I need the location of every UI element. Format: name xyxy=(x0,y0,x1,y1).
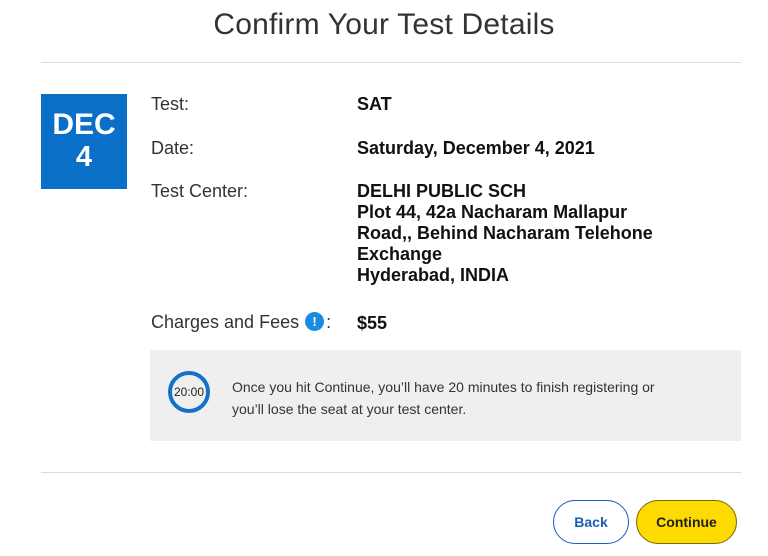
fees-value: $55 xyxy=(357,313,388,333)
back-button[interactable]: Back xyxy=(553,500,629,544)
notice-line: Once you hit Continue, you’ll have 20 mi… xyxy=(232,379,655,395)
address-line: DELHI PUBLIC SCH xyxy=(357,181,527,201)
test-center-address: DELHI PUBLIC SCH Plot 44, 42a Nacharam M… xyxy=(357,181,653,286)
test-value: SAT xyxy=(357,94,392,114)
fees-label: Charges and Fees xyxy=(151,312,300,332)
address-line: Exchange xyxy=(357,244,443,264)
bottom-divider xyxy=(41,472,741,473)
fees-colon: : xyxy=(326,312,332,332)
date-value: Saturday, December 4, 2021 xyxy=(357,138,595,158)
timer-clock-icon: 20:00 xyxy=(168,371,210,413)
continue-button[interactable]: Continue xyxy=(636,500,737,544)
date-label: Date: xyxy=(151,138,195,158)
test-label: Test: xyxy=(151,94,190,114)
date-badge: DEC 4 xyxy=(41,94,127,189)
address-line: Hyderabad, INDIA xyxy=(357,265,510,285)
page-title: Confirm Your Test Details xyxy=(213,8,555,41)
top-divider xyxy=(41,62,741,63)
timer-notice: 20:00 Once you hit Continue, you’ll have… xyxy=(150,350,741,441)
info-icon[interactable]: ! xyxy=(305,311,325,331)
notice-line: you’ll lose the seat at your test center… xyxy=(232,401,467,417)
badge-month: DEC xyxy=(52,108,116,141)
badge-day: 4 xyxy=(75,141,93,173)
address-line: Plot 44, 42a Nacharam Mallapur xyxy=(357,202,628,222)
notice-text: Once you hit Continue, you’ll have 20 mi… xyxy=(232,376,712,420)
fees-row: Charges and Fees!: xyxy=(151,311,332,333)
address-line: Road,, Behind Nacharam Telehone xyxy=(357,223,653,243)
test-center-label: Test Center: xyxy=(151,181,249,201)
